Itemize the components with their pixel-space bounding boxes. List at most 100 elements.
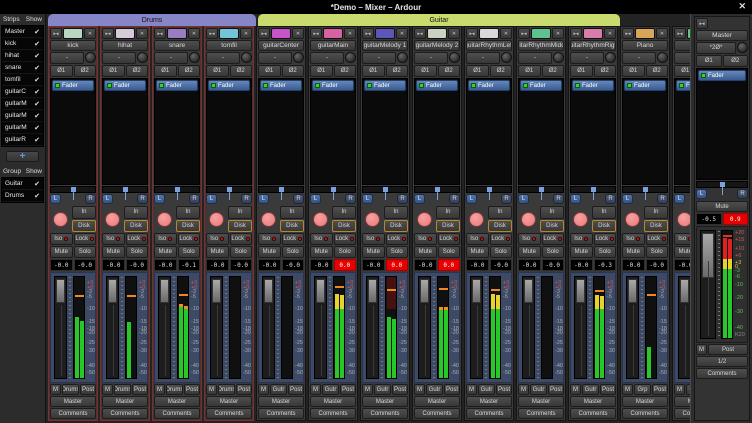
panner[interactable]: L R xyxy=(570,186,616,205)
record-enable-button[interactable] xyxy=(105,212,120,227)
gain-fader[interactable] xyxy=(678,276,690,379)
visible-checkbox[interactable]: ✔ xyxy=(34,52,40,60)
peak-display[interactable]: 0.0 xyxy=(386,259,409,271)
output-button[interactable]: Master xyxy=(206,396,252,407)
pan-left-button[interactable]: L xyxy=(102,194,113,204)
strip-color-bar[interactable] xyxy=(323,28,343,39)
panner[interactable]: L R xyxy=(518,186,564,205)
comments-button[interactable]: Comments xyxy=(102,408,148,419)
monitor-disk-button[interactable]: Disk xyxy=(228,220,252,233)
gain-display[interactable]: -0.0 xyxy=(206,259,229,271)
list-item[interactable]: guitarM✔ xyxy=(2,110,43,122)
monitor-input-button[interactable]: In xyxy=(592,206,616,219)
solo-button[interactable]: Solo xyxy=(490,246,513,258)
gain-display[interactable]: -0.0 xyxy=(102,259,125,271)
solo-button[interactable]: Solo xyxy=(594,246,617,258)
processor-box[interactable]: Fader xyxy=(696,68,748,180)
panner[interactable]: L R xyxy=(310,186,356,205)
meter-post-button[interactable]: Post xyxy=(708,344,748,355)
monitor-input-button[interactable]: In xyxy=(332,206,356,219)
monitor-disk-button[interactable]: Disk xyxy=(176,220,200,233)
gain-fader[interactable] xyxy=(574,276,587,379)
metering-point-button[interactable]: M xyxy=(570,384,581,395)
visible-checkbox[interactable]: ✔ xyxy=(34,40,40,48)
master-output-button[interactable]: 1/2 xyxy=(696,356,748,367)
output-button[interactable]: Master xyxy=(466,396,512,407)
processor-box[interactable]: Fader xyxy=(102,78,148,185)
fader-processor[interactable]: Fader xyxy=(572,80,614,91)
panner[interactable]: L R xyxy=(102,186,148,205)
output-button[interactable]: Master xyxy=(154,396,200,407)
trim-knob[interactable] xyxy=(137,52,148,63)
metering-point-button[interactable]: M xyxy=(310,384,321,395)
fader-processor[interactable]: Fader xyxy=(364,80,406,91)
record-enable-button[interactable] xyxy=(573,212,588,227)
add-strip-button[interactable]: + xyxy=(6,151,39,162)
meter-post-button[interactable]: Post xyxy=(80,384,96,395)
metering-point-button[interactable]: M xyxy=(696,344,707,355)
peak-display[interactable]: -0.0 xyxy=(230,259,253,271)
trim-knob[interactable] xyxy=(605,52,616,63)
processor-led-icon[interactable] xyxy=(701,73,706,78)
strip-input-button[interactable]: - xyxy=(414,52,448,64)
trim-knob[interactable] xyxy=(449,52,460,63)
visible-checkbox[interactable]: ✔ xyxy=(34,64,40,72)
solo-lock-button[interactable]: Lock xyxy=(126,233,149,245)
trim-knob[interactable] xyxy=(501,52,512,63)
strip-input-button[interactable]: - xyxy=(518,52,552,64)
list-item[interactable]: Guitar✔ xyxy=(2,178,43,190)
monitor-input-button[interactable]: In xyxy=(72,206,96,219)
gain-display[interactable]: -0.0 xyxy=(310,259,333,271)
peak-display[interactable]: -0.0 xyxy=(646,259,669,271)
strip-width-toggle-button[interactable]: ▸◂ xyxy=(362,28,374,39)
peak-display[interactable]: -0.0 xyxy=(126,259,149,271)
trim-knob[interactable] xyxy=(345,52,356,63)
solo-button[interactable]: Solo xyxy=(542,246,565,258)
trim-knob[interactable] xyxy=(657,52,668,63)
gain-display[interactable]: -0.0 xyxy=(414,259,437,271)
strip-name-button[interactable]: guitarRhythmMiddle xyxy=(518,40,564,51)
strip-name-button[interactable]: guitarRhythmLeft xyxy=(466,40,512,51)
list-item[interactable]: Master✔ xyxy=(2,26,43,38)
group-button[interactable]: Gutr xyxy=(478,384,495,395)
phase-2-button[interactable]: Ø2 xyxy=(386,65,409,77)
fader-processor[interactable]: Fader xyxy=(208,80,250,91)
gain-fader[interactable] xyxy=(418,276,431,379)
processor-led-icon[interactable] xyxy=(159,83,164,88)
comments-button[interactable]: Comments xyxy=(674,408,690,419)
pan-left-button[interactable]: L xyxy=(518,194,529,204)
solo-isolate-button[interactable]: Iso xyxy=(362,233,385,245)
phase-1-button[interactable]: Ø1 xyxy=(696,55,722,67)
strip-hide-button[interactable]: ✕ xyxy=(500,28,512,39)
group-button[interactable]: Drums xyxy=(114,384,131,395)
processor-box[interactable]: Fader xyxy=(674,78,690,185)
pan-left-button[interactable]: L xyxy=(414,194,425,204)
strip-input-button[interactable]: - xyxy=(310,52,344,64)
pan-position-marker[interactable] xyxy=(591,187,596,192)
solo-isolate-button[interactable]: Iso xyxy=(50,233,73,245)
visible-checkbox[interactable]: ✔ xyxy=(34,136,40,144)
close-icon[interactable]: ✕ xyxy=(738,1,746,12)
phase-1-button[interactable]: Ø1 xyxy=(518,65,541,77)
mute-button[interactable]: Mute xyxy=(102,246,125,258)
strip-name-button[interactable]: Piano xyxy=(622,40,668,51)
processor-led-icon[interactable] xyxy=(263,83,268,88)
list-item[interactable]: hihat✔ xyxy=(2,50,43,62)
trim-knob[interactable] xyxy=(293,52,304,63)
pan-position-marker[interactable] xyxy=(383,187,388,192)
strip-width-toggle-button[interactable]: ▸◂ xyxy=(674,28,686,39)
pan-left-button[interactable]: L xyxy=(674,194,685,204)
master-mute-button[interactable]: Mute xyxy=(696,201,748,212)
fader-processor[interactable]: Fader xyxy=(104,80,146,91)
panner[interactable]: L R xyxy=(674,186,690,205)
peak-display[interactable]: 0.0 xyxy=(438,259,461,271)
pan-left-button[interactable]: L xyxy=(466,194,477,204)
peak-display[interactable]: -0.0 xyxy=(490,259,513,271)
phase-2-button[interactable]: Ø2 xyxy=(723,55,749,67)
pan-right-button[interactable]: R xyxy=(657,194,668,204)
pan-right-button[interactable]: R xyxy=(137,194,148,204)
processor-box[interactable]: Fader xyxy=(50,78,96,185)
master-panner[interactable]: L R xyxy=(696,181,748,200)
gain-display[interactable]: -0.0 xyxy=(362,259,385,271)
solo-button[interactable]: Solo xyxy=(74,246,97,258)
